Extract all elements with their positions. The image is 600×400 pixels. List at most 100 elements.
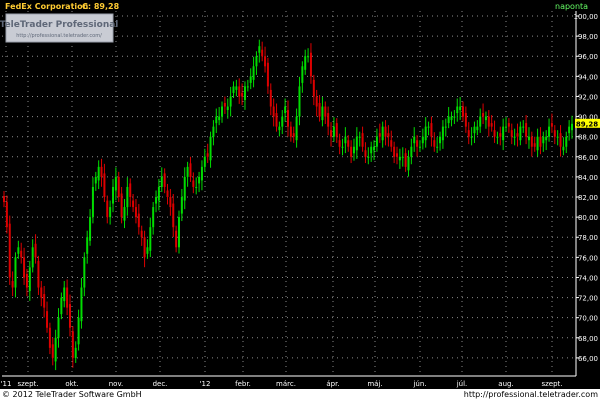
- candle-body: [143, 237, 146, 258]
- candle-body: [384, 126, 387, 137]
- x-tick-label: máj.: [367, 380, 382, 388]
- candle-body: [332, 126, 335, 137]
- y-tick-label: 70,00: [578, 315, 598, 323]
- candle-body: [324, 106, 327, 117]
- watermark-logo: TeleTrader Professional http://professio…: [0, 13, 118, 43]
- candle-body: [482, 113, 485, 117]
- candle-body: [146, 247, 149, 254]
- candle-body: [86, 237, 89, 254]
- candle-body: [126, 186, 129, 208]
- candle-body: [23, 257, 26, 278]
- candle-body: [289, 126, 292, 137]
- candle-body: [295, 116, 298, 141]
- candle-body: [183, 176, 186, 201]
- candle-body: [195, 186, 198, 188]
- candle-body: [459, 106, 462, 111]
- candle-body: [203, 156, 206, 167]
- candle-body: [350, 146, 353, 157]
- candle-body: [71, 331, 74, 358]
- candle-body: [74, 347, 77, 358]
- candle-body: [94, 176, 97, 184]
- x-tick-label: ápr.: [326, 380, 339, 388]
- candle-body: [335, 123, 338, 137]
- candle-body: [206, 153, 209, 157]
- watermark-url: http://professional.teletrader.com/: [16, 33, 102, 39]
- candle-body: [467, 130, 470, 137]
- candle-body: [393, 146, 396, 157]
- candle-body: [312, 79, 315, 97]
- candle-body: [243, 86, 246, 100]
- candle-body: [218, 116, 221, 121]
- candle-body: [533, 143, 536, 147]
- candle-body: [43, 294, 46, 308]
- candle-body: [34, 243, 37, 258]
- candle-body: [25, 273, 28, 288]
- candle-body: [155, 197, 158, 204]
- candle-body: [378, 133, 381, 137]
- candle-body: [198, 176, 201, 184]
- candle-body: [120, 193, 123, 218]
- candle-body: [318, 103, 321, 117]
- chart-area: 66,00 68,00 70,00 72,00 74,00 76,00 78,00 80,00…: [0, 0, 600, 400]
- candle-body: [186, 166, 189, 177]
- candle-body: [226, 106, 229, 111]
- footer-link[interactable]: http://professional.teletrader.com: [464, 390, 598, 399]
- candle-body: [269, 89, 272, 107]
- candle-body: [315, 96, 318, 107]
- candle-body: [249, 76, 252, 83]
- candle-body: [238, 86, 241, 97]
- candle-body: [439, 136, 442, 144]
- candle-body: [152, 207, 155, 228]
- x-tick-label: febr.: [235, 380, 251, 388]
- y-tick-label: 66,00: [578, 355, 598, 363]
- candle-body: [565, 136, 568, 147]
- candle-body: [450, 116, 453, 121]
- x-tick-label: '12: [200, 380, 211, 388]
- candle-body: [464, 113, 467, 127]
- candle-body: [169, 197, 172, 208]
- y-tick-label: 96,00: [578, 53, 598, 61]
- candle-body: [556, 136, 559, 138]
- candle-body: [527, 136, 530, 141]
- candle-body: [539, 136, 542, 147]
- period-label: naponta: [555, 2, 588, 11]
- candle-body: [177, 217, 180, 248]
- candle-body: [347, 140, 350, 147]
- candle-body: [31, 247, 34, 268]
- candle-body: [77, 317, 80, 345]
- candle-body: [66, 287, 69, 308]
- candle-body: [309, 52, 312, 77]
- candle-body: [149, 227, 152, 251]
- candle-body: [321, 106, 324, 121]
- candle-body: [301, 66, 304, 83]
- last-price-label: 89,28: [576, 120, 598, 128]
- candle-body: [424, 126, 427, 141]
- x-tick-label: júl.: [456, 380, 468, 388]
- x-tick-label: márc.: [276, 380, 296, 388]
- candle-body: [545, 136, 548, 141]
- candle-body: [502, 126, 505, 141]
- candle-body: [513, 136, 516, 138]
- candle-body: [327, 113, 330, 127]
- candle-body: [568, 126, 571, 134]
- candle-body: [473, 126, 476, 134]
- candle-body: [37, 260, 40, 288]
- candle-body: [444, 126, 447, 128]
- candle-body: [370, 146, 373, 154]
- candle-body: [522, 126, 525, 128]
- candle-body: [140, 230, 143, 238]
- candle-body: [493, 130, 496, 137]
- candle-body: [114, 176, 117, 191]
- candle-body: [14, 257, 17, 288]
- candle-body: [281, 116, 284, 127]
- candle-body: [404, 153, 407, 167]
- candle-body: [28, 267, 31, 292]
- candle-body: [341, 146, 344, 148]
- candle-body: [278, 126, 281, 131]
- candle-body: [68, 304, 71, 328]
- candle-body: [525, 123, 528, 137]
- x-tick-label: '11: [1, 380, 12, 388]
- x-tick-label: okt.: [65, 380, 78, 388]
- close-value: C: 89,28: [82, 2, 120, 11]
- candle-body: [307, 56, 310, 58]
